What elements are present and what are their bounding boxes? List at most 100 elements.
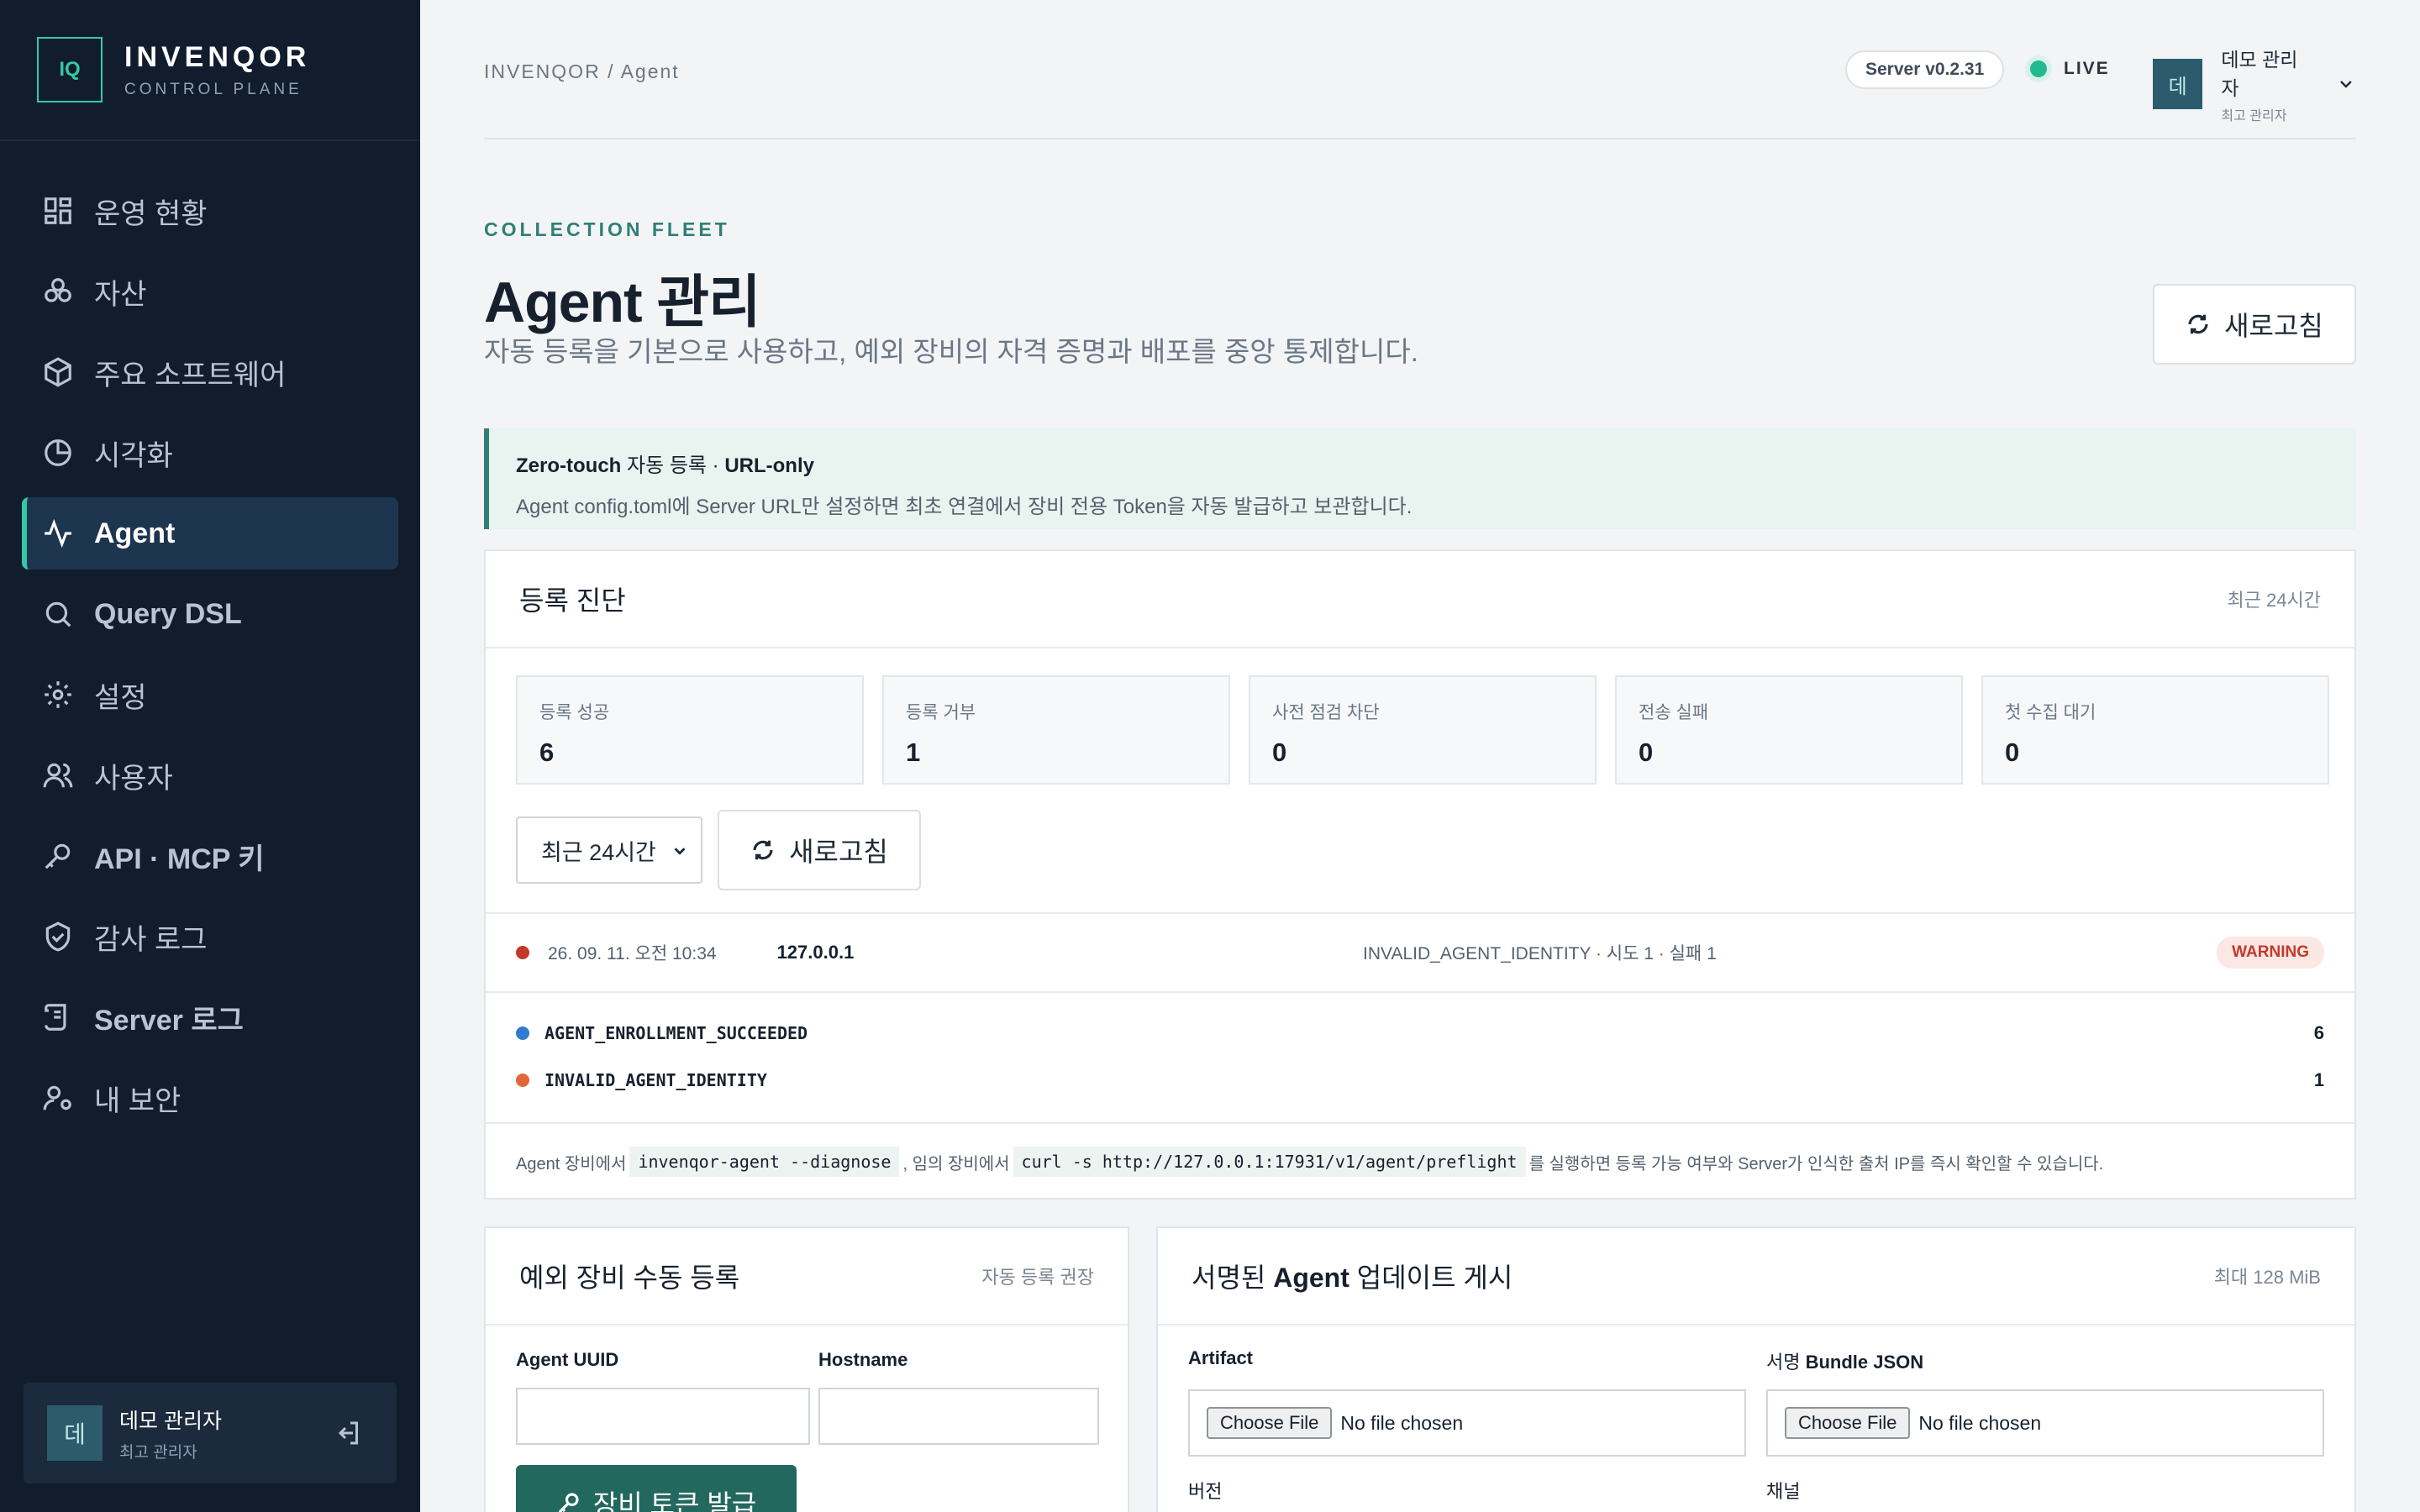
title-part: 서명된 bbox=[1192, 1263, 1274, 1293]
sidebar-item-visualization[interactable]: 시각화 bbox=[22, 417, 398, 489]
brand[interactable]: IQ INVENQOR CONTROL PLANE bbox=[37, 37, 310, 102]
zero-touch-notice: Zero-touch 자동 등록 · URL-only Agent config… bbox=[484, 428, 2356, 529]
diagnostics-refresh-button[interactable]: 새로고침 bbox=[718, 810, 921, 890]
logout-icon[interactable] bbox=[333, 1418, 363, 1448]
page-eyebrow: COLLECTION FLEET bbox=[484, 218, 730, 240]
title-part: 업데이트 게시 bbox=[1349, 1263, 1513, 1293]
status-dot-icon bbox=[516, 1074, 529, 1087]
stat-label: 등록 성공 bbox=[539, 703, 610, 722]
server-version-badge: Server v0.2.31 bbox=[1845, 50, 2005, 89]
live-dot-icon bbox=[2030, 60, 2047, 77]
sidebar-item-api-keys[interactable]: API · MCP 키 bbox=[22, 820, 398, 892]
pie-chart-icon bbox=[45, 439, 71, 466]
sidebar-item-audit-log[interactable]: 감사 로그 bbox=[22, 900, 398, 973]
user-name: 데모 관리자 bbox=[2221, 49, 2298, 99]
stat-value: 0 bbox=[1272, 738, 1287, 767]
stat-card: 등록 성공 6 bbox=[516, 675, 864, 785]
panel-meta: 자동 등록 권장 bbox=[981, 1267, 1094, 1288]
user-menu[interactable]: 데 데모 관리자 최고 관리자 bbox=[2153, 44, 2356, 124]
users-icon bbox=[43, 763, 73, 788]
sidebar-item-agent[interactable]: Agent bbox=[22, 497, 398, 570]
panel-period: 최근 24시간 bbox=[2227, 590, 2321, 611]
brand-name: INVENQOR bbox=[124, 40, 311, 73]
signed-update-panel: 서명된 Agent 업데이트 게시 최대 128 MiB Artifact 서명… bbox=[1156, 1226, 2356, 1512]
live-label: LIVE bbox=[2064, 59, 2110, 78]
panel-title: 등록 진단 bbox=[519, 585, 626, 616]
stat-card: 첫 수집 대기 0 bbox=[1981, 675, 2329, 785]
stat-label: 사전 점검 차단 bbox=[1272, 703, 1380, 722]
sidebar-item-label: 주요 소프트웨어 bbox=[94, 359, 287, 391]
user-gear-icon bbox=[43, 1085, 71, 1110]
live-status: LIVE bbox=[2030, 59, 2110, 79]
sidebar-item-label: 시각화 bbox=[94, 439, 173, 472]
stat-card: 등록 거부 1 bbox=[882, 675, 1230, 785]
choose-file-button[interactable]: Choose File bbox=[1207, 1407, 1333, 1439]
sidebar-item-users[interactable]: 사용자 bbox=[22, 739, 398, 811]
code-snippet: curl -s http://127.0.0.1:17931/v1/agent/… bbox=[1013, 1147, 1526, 1177]
file-status: No file chosen bbox=[1340, 1411, 1464, 1434]
agent-uuid-input[interactable] bbox=[516, 1388, 810, 1445]
label-part: 서명 bbox=[1766, 1352, 1806, 1373]
sidebar-item-assets[interactable]: 자산 bbox=[22, 255, 398, 328]
footnote-text: , 임의 장비에서 bbox=[902, 1154, 1010, 1173]
hostname-input[interactable] bbox=[818, 1388, 1099, 1445]
footnote-text: Agent 장비에서 bbox=[516, 1154, 627, 1173]
sidebar-item-label: Server 로그 bbox=[94, 1004, 244, 1037]
page-title: Agent 관리 bbox=[484, 270, 761, 334]
notice-body: Agent config.toml에 Server URL만 설정하면 최초 연… bbox=[516, 496, 1413, 518]
sidebar-item-dashboard[interactable]: 운영 현황 bbox=[22, 175, 398, 247]
sidebar-item-software[interactable]: 주요 소프트웨어 bbox=[22, 336, 398, 408]
refresh-icon bbox=[753, 840, 773, 860]
stat-label: 전송 실패 bbox=[1639, 703, 1709, 722]
bundle-file-input[interactable]: Choose File No file chosen bbox=[1766, 1389, 2324, 1457]
version-label: 버전 bbox=[1188, 1481, 1223, 1502]
range-select[interactable]: 최근 24시간 bbox=[516, 816, 702, 884]
chevron-down-icon bbox=[674, 848, 686, 855]
stat-label: 등록 거부 bbox=[906, 703, 976, 722]
bundle-json-label: 서명 Bundle JSON bbox=[1766, 1347, 1923, 1374]
sidebar-item-label: 운영 현황 bbox=[94, 197, 208, 230]
status-dot-icon bbox=[516, 946, 529, 959]
artifact-file-input[interactable]: Choose File No file chosen bbox=[1188, 1389, 1746, 1457]
choose-file-button[interactable]: Choose File bbox=[1785, 1407, 1911, 1439]
panel-title: 서명된 Agent 업데이트 게시 bbox=[1192, 1257, 1512, 1295]
agent-uuid-label: Agent UUID bbox=[516, 1349, 619, 1370]
sidebar-item-label: Query DSL bbox=[94, 597, 242, 630]
sidebar: IQ INVENQOR CONTROL PLANE 운영 현황 자산 주요 소프… bbox=[0, 0, 420, 1512]
event-counts: AGENT_ENROLLMENT_SUCCEEDED 6 INVALID_AGE… bbox=[486, 1010, 2354, 1104]
event-row[interactable]: 26. 09. 11. 오전 10:34 127.0.0.1 INVALID_A… bbox=[486, 912, 2354, 993]
stat-card: 사전 점검 차단 0 bbox=[1249, 675, 1597, 785]
chevron-down-icon[interactable] bbox=[2336, 74, 2356, 94]
sidebar-item-server-log[interactable]: Server 로그 bbox=[22, 981, 398, 1053]
breadcrumb: INVENQOR / Agent bbox=[484, 60, 680, 82]
sidebar-nav: 운영 현황 자산 주요 소프트웨어 시각화 Agent Query DSL 설정 bbox=[22, 175, 398, 1142]
list-item: INVALID_AGENT_IDENTITY 1 bbox=[486, 1057, 2354, 1104]
user-role: 최고 관리자 bbox=[119, 1443, 197, 1462]
sidebar-item-query-dsl[interactable]: Query DSL bbox=[22, 578, 398, 650]
sidebar-item-label: 사용자 bbox=[94, 762, 173, 795]
sidebar-user-card: 데 데모 관리자 최고 관리자 bbox=[24, 1383, 397, 1483]
notice-title: Zero-touch 자동 등록 · URL-only bbox=[516, 449, 2356, 478]
code-snippet: invenqor-agent --diagnose bbox=[629, 1147, 900, 1177]
stats-row: 등록 성공 6 등록 거부 1 사전 점검 차단 0 전송 실패 0 첫 수집 … bbox=[516, 675, 2329, 785]
refresh-button[interactable]: 새로고침 bbox=[2153, 284, 2356, 365]
user-name: 데모 관리자 bbox=[119, 1409, 222, 1433]
label-part-bold: Bundle JSON bbox=[1805, 1352, 1924, 1373]
key-icon bbox=[45, 843, 71, 869]
panel-meta: 최대 128 MiB bbox=[2213, 1267, 2321, 1288]
sidebar-divider bbox=[0, 139, 420, 141]
dashboard-icon bbox=[45, 197, 71, 224]
sidebar-item-label: 자산 bbox=[94, 278, 147, 311]
assets-icon bbox=[45, 278, 71, 302]
key-icon bbox=[558, 1493, 579, 1512]
status-badge: WARNING bbox=[2217, 937, 2324, 969]
file-status: No file chosen bbox=[1918, 1411, 2042, 1434]
sidebar-item-my-security[interactable]: 내 보안 bbox=[22, 1062, 398, 1134]
channel-label: 채널 bbox=[1766, 1481, 1801, 1502]
sidebar-item-settings[interactable]: 설정 bbox=[22, 659, 398, 731]
page-subtitle: 자동 등록을 기본으로 사용하고, 예외 장비의 자격 증명과 배포를 중앙 통… bbox=[484, 336, 1418, 367]
stat-label: 첫 수집 대기 bbox=[2005, 703, 2096, 722]
issue-token-button[interactable]: 장비 토큰 발급 bbox=[516, 1465, 797, 1512]
shield-icon bbox=[45, 921, 71, 952]
refresh-icon bbox=[2188, 314, 2208, 334]
